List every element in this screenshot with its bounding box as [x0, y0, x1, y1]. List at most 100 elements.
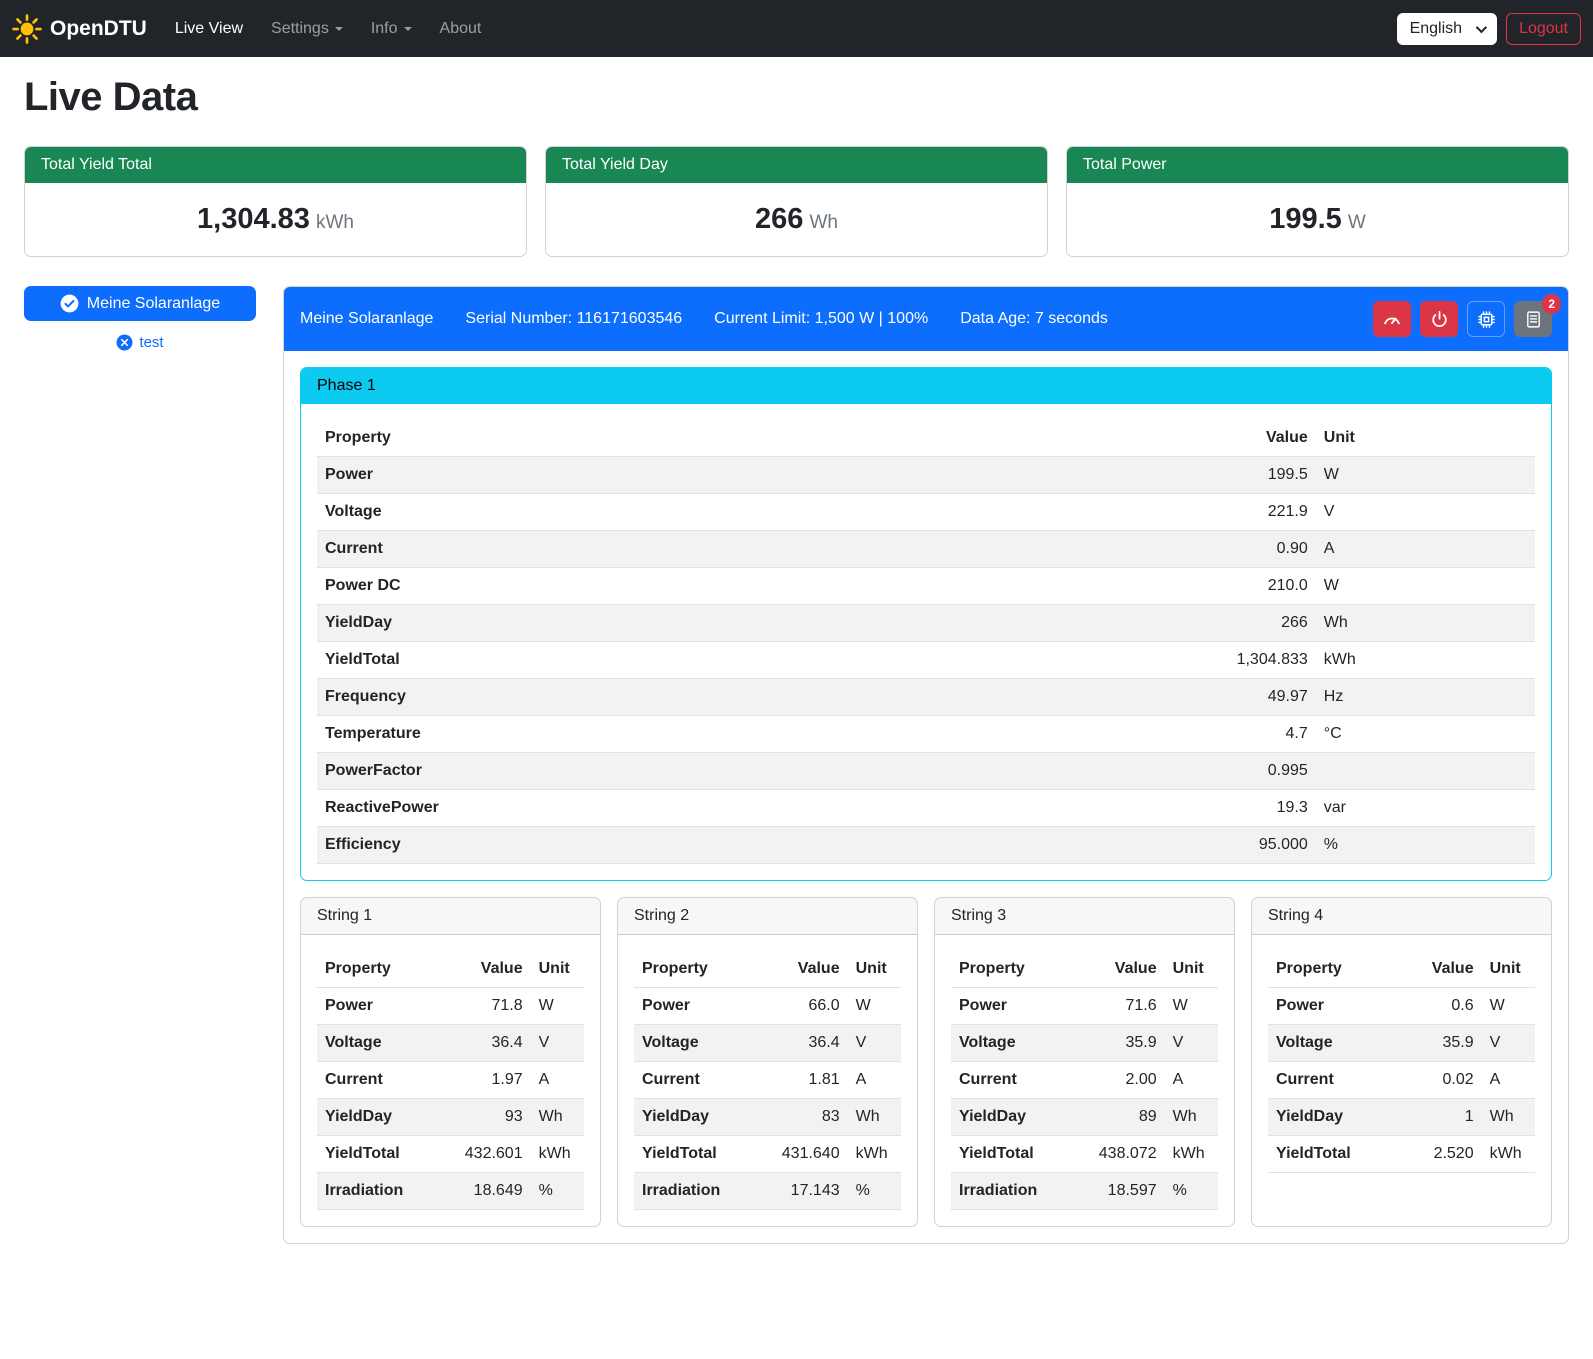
value-cell: 71.8	[451, 988, 531, 1025]
language-value: English	[1410, 20, 1462, 38]
value-cell: 431.640	[768, 1136, 848, 1173]
property-cell: Current	[317, 531, 1133, 568]
unit-cell: A	[848, 1062, 901, 1099]
unit-cell: Wh	[1316, 605, 1535, 642]
value-cell: 2.00	[1085, 1062, 1165, 1099]
value-cell: 83	[768, 1099, 848, 1136]
string-table: Property Value Unit Power71.6WVoltage35.…	[951, 951, 1218, 1210]
navbar: OpenDTU Live View Settings Info About En…	[0, 0, 1593, 57]
inverter-panel: Meine Solaranlage Serial Number: 1161716…	[283, 286, 1569, 1244]
value-cell: 18.597	[1085, 1173, 1165, 1210]
string-card-header: String 2	[618, 898, 917, 935]
table-row: Efficiency95.000%	[317, 827, 1535, 864]
table-row: Power0.6W	[1268, 988, 1535, 1025]
property-cell: YieldTotal	[634, 1136, 768, 1173]
unit-cell: kWh	[848, 1136, 901, 1173]
property-cell: Current	[1268, 1062, 1402, 1099]
page-title: Live Data	[24, 75, 1569, 120]
unit-cell: kWh	[531, 1136, 584, 1173]
unit-cell: °C	[1316, 716, 1535, 753]
unit-cell: %	[1165, 1173, 1218, 1210]
unit-cell: kWh	[1316, 642, 1535, 679]
string-card-header: String 4	[1252, 898, 1551, 935]
table-row: Voltage36.4V	[317, 1025, 584, 1062]
panel-header: Meine Solaranlage Serial Number: 1161716…	[284, 287, 1568, 351]
language-select[interactable]: English	[1397, 13, 1497, 45]
unit-cell: V	[848, 1025, 901, 1062]
power-control-button[interactable]	[1420, 301, 1458, 337]
unit-cell: %	[848, 1173, 901, 1210]
property-cell: Voltage	[634, 1025, 768, 1062]
string-card-header: String 1	[301, 898, 600, 935]
phase-table: Property Value Unit Power199.5WVoltage22…	[317, 420, 1535, 864]
unit-cell: A	[1316, 531, 1535, 568]
value-cell: 66.0	[768, 988, 848, 1025]
power-icon	[1430, 310, 1449, 329]
property-cell: Power	[317, 457, 1133, 494]
card-total-yield-day: Total Yield Day 266Wh	[545, 146, 1048, 257]
value-cell: 1	[1402, 1099, 1482, 1136]
nav-item-settings[interactable]: Settings	[257, 12, 357, 46]
cpu-icon	[1477, 310, 1496, 329]
table-header-row: Property Value Unit	[1268, 951, 1535, 988]
value-cell: 266	[1133, 605, 1316, 642]
table-row: YieldDay83Wh	[634, 1099, 901, 1136]
card-value: 199.5	[1269, 203, 1342, 235]
table-row: Current1.81A	[634, 1062, 901, 1099]
card-unit: Wh	[809, 212, 838, 233]
property-cell: Efficiency	[317, 827, 1133, 864]
logout-button[interactable]: Logout	[1506, 13, 1581, 45]
inverter-sidebar: Meine Solaranlage test	[24, 286, 256, 351]
string-table: Property Value Unit Power71.8WVoltage36.…	[317, 951, 584, 1210]
value-cell: 0.02	[1402, 1062, 1482, 1099]
brand[interactable]: OpenDTU	[12, 14, 147, 44]
inverter-test-label: test	[139, 334, 163, 351]
column-header-value: Value	[1085, 951, 1165, 988]
table-row: YieldDay266Wh	[317, 605, 1535, 642]
table-row: Irradiation17.143%	[634, 1173, 901, 1210]
value-cell: 35.9	[1085, 1025, 1165, 1062]
nav-item-about[interactable]: About	[426, 12, 496, 46]
table-row: Current0.02A	[1268, 1062, 1535, 1099]
nav-item-live-view[interactable]: Live View	[161, 12, 257, 46]
phase-body: Property Value Unit Power199.5WVoltage22…	[301, 404, 1551, 880]
table-row: Power DC210.0W	[317, 568, 1535, 605]
page-content: Live Data Total Yield Total 1,304.83kWh …	[0, 57, 1593, 1268]
device-info-button[interactable]	[1467, 301, 1505, 337]
property-cell: Voltage	[1268, 1025, 1402, 1062]
table-row: YieldTotal1,304.833kWh	[317, 642, 1535, 679]
inverter-name: Meine Solaranlage	[300, 310, 433, 328]
card-value: 266	[755, 203, 803, 235]
card-body: 1,304.83kWh	[25, 183, 526, 256]
property-cell: YieldTotal	[317, 642, 1133, 679]
table-row: Current0.90A	[317, 531, 1535, 568]
unit-cell: var	[1316, 790, 1535, 827]
journal-icon	[1524, 310, 1543, 329]
unit-cell: V	[1165, 1025, 1218, 1062]
table-header-row: Property Value Unit	[317, 420, 1535, 457]
property-cell: YieldDay	[317, 605, 1133, 642]
value-cell: 4.7	[1133, 716, 1316, 753]
string-card-body: Property Value Unit Power71.6WVoltage35.…	[935, 935, 1234, 1226]
string-card-body: Property Value Unit Power71.8WVoltage36.…	[301, 935, 600, 1226]
string-table: Property Value Unit Power0.6WVoltage35.9…	[1268, 951, 1535, 1173]
property-cell: YieldTotal	[1268, 1136, 1402, 1173]
column-header-property: Property	[634, 951, 768, 988]
unit-cell: kWh	[1482, 1136, 1535, 1173]
table-header-row: Property Value Unit	[951, 951, 1218, 988]
value-cell: 35.9	[1402, 1025, 1482, 1062]
inverter-item-test[interactable]: test	[24, 334, 256, 351]
property-cell: YieldDay	[1268, 1099, 1402, 1136]
nav-item-label: Live View	[175, 20, 243, 38]
property-cell: Voltage	[317, 1025, 451, 1062]
property-cell: Current	[951, 1062, 1085, 1099]
table-row: YieldDay93Wh	[317, 1099, 584, 1136]
phase-card: Phase 1 Property Value Unit Power199.5WV…	[300, 367, 1552, 881]
nav-item-info[interactable]: Info	[357, 12, 426, 46]
inverter-select-button[interactable]: Meine Solaranlage	[24, 286, 256, 321]
limit-settings-button[interactable]	[1373, 301, 1411, 337]
x-circle-icon[interactable]	[116, 334, 133, 351]
table-row: Power199.5W	[317, 457, 1535, 494]
phase-header: Phase 1	[301, 368, 1551, 404]
serial-number: Serial Number: 116171603546	[465, 310, 682, 328]
